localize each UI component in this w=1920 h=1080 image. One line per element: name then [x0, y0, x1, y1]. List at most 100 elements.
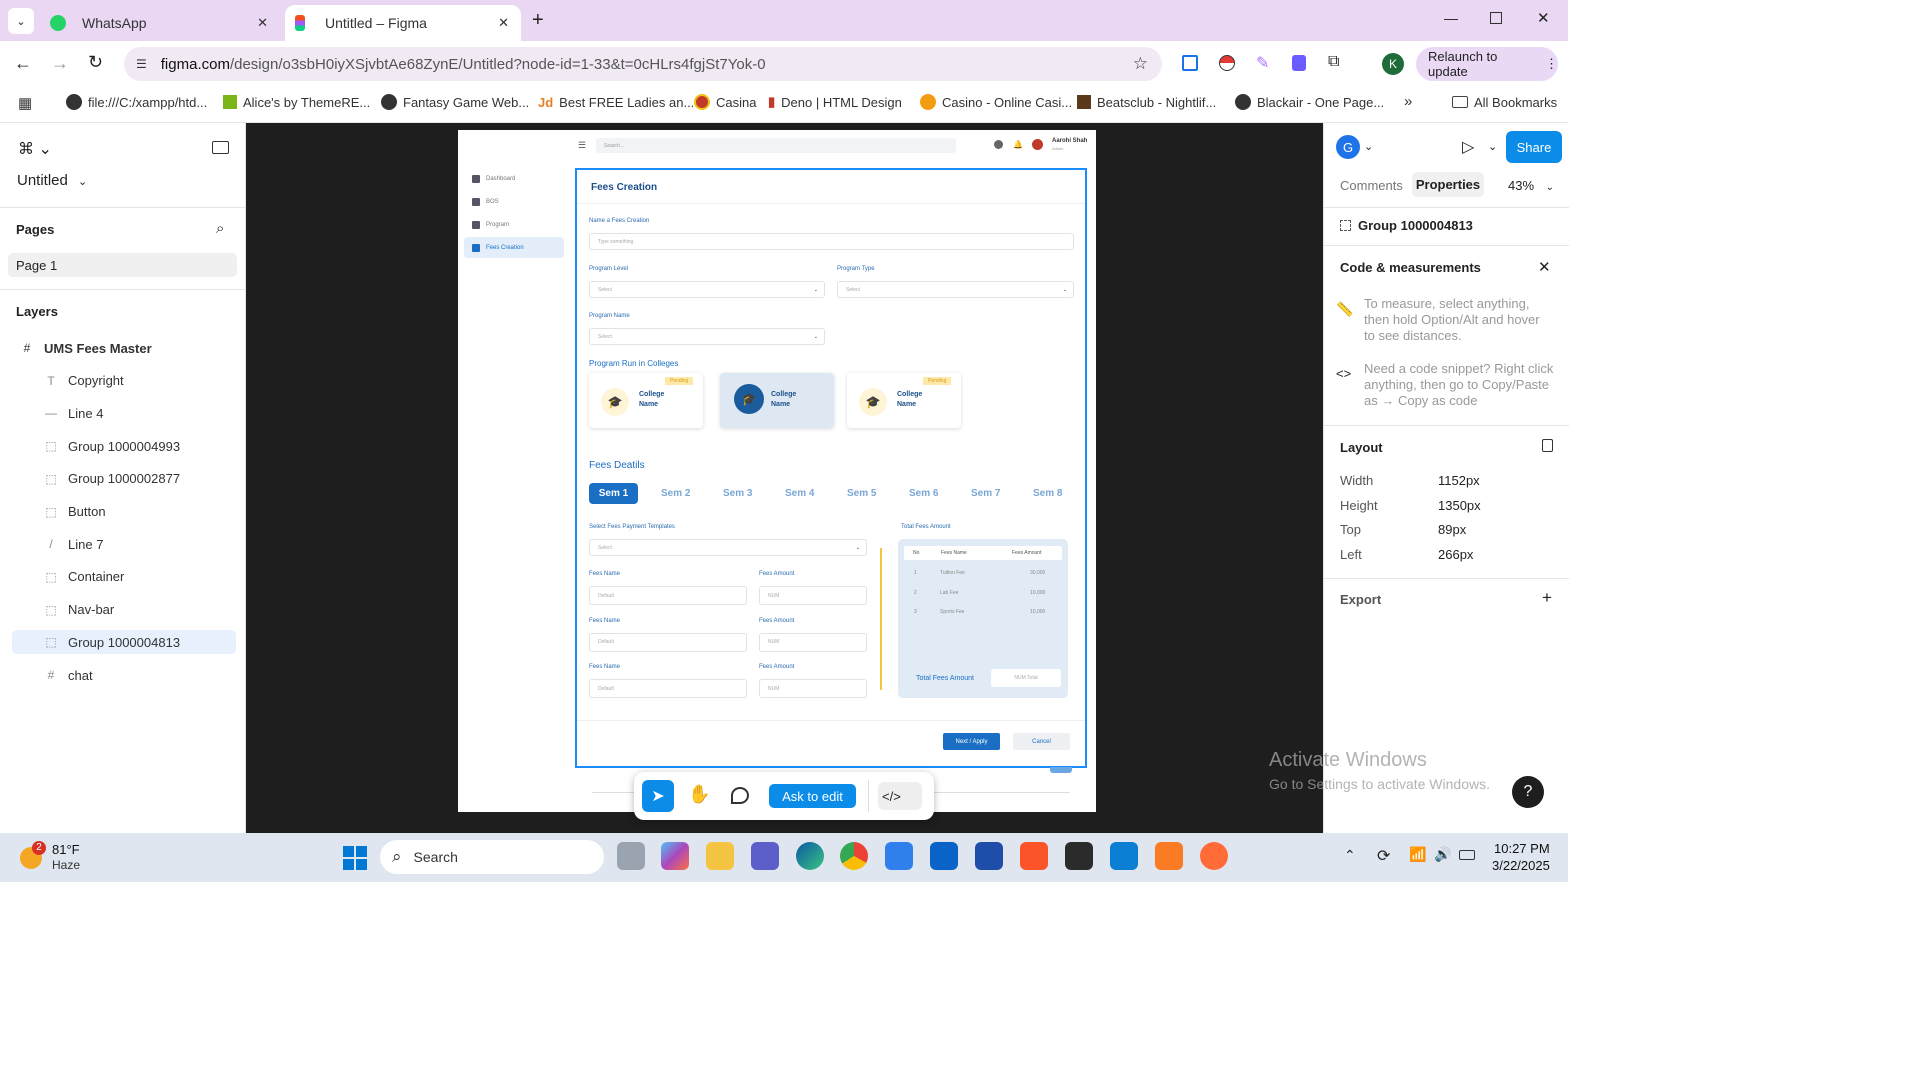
layer-item[interactable]: # UMS Fees Master [12, 336, 236, 360]
pen-extension-icon[interactable]: ✎ [1256, 53, 1269, 73]
postman-icon[interactable] [1200, 842, 1228, 870]
vscode-icon[interactable] [1110, 842, 1138, 870]
college-card[interactable]: Pending 🎓 College Name [589, 373, 703, 428]
ask-to-edit-button[interactable]: Ask to edit [769, 784, 856, 808]
fee-amount-input[interactable]: NUM [759, 632, 867, 652]
outlook-icon[interactable] [930, 842, 958, 870]
layer-item[interactable]: ⬚ Button [12, 500, 236, 524]
template-select[interactable]: Select ⌄ [589, 539, 867, 556]
layer-item[interactable]: # chat [12, 663, 236, 687]
layer-item[interactable]: T Copyright [12, 369, 236, 393]
tab-figma[interactable]: Untitled – Figma ✕ [285, 5, 521, 41]
close-window-icon[interactable]: ✕ [1537, 9, 1550, 27]
layer-item[interactable]: / Line 7 [12, 532, 236, 556]
fee-name-input[interactable]: Default [589, 679, 747, 698]
close-icon[interactable]: ✕ [1538, 258, 1551, 276]
sem-tab[interactable]: Sem 2 [661, 488, 690, 499]
chevron-down-icon[interactable]: ⌄ [1364, 140, 1373, 153]
brave-icon[interactable] [1020, 842, 1048, 870]
store-icon[interactable] [885, 842, 913, 870]
layer-item[interactable]: — Line 4 [12, 401, 236, 425]
new-tab-icon[interactable]: + [532, 9, 544, 32]
program-name-select[interactable]: Select ⌄ [589, 328, 825, 345]
zoom-level[interactable]: 43% ⌄ [1508, 178, 1554, 193]
bookmark-item[interactable]: Casino - Online Casi... [920, 87, 1072, 117]
fee-amount-input[interactable]: NUM [759, 679, 867, 698]
close-tab-icon[interactable]: ✕ [498, 15, 509, 31]
bookmark-star-icon[interactable]: ☆ [1133, 54, 1148, 74]
layer-item[interactable]: ⬚ Group 1000004993 [12, 434, 236, 458]
file-name[interactable]: Untitled ⌄ [17, 172, 87, 189]
cancel-button[interactable]: Cancel [1013, 733, 1070, 750]
design-search-input[interactable]: Search... [596, 138, 956, 153]
bookmark-item[interactable]: Casina [694, 87, 756, 117]
move-tool-icon[interactable]: ➤ [642, 780, 674, 812]
xampp-icon[interactable] [1155, 842, 1183, 870]
site-info-icon[interactable]: ☰ [136, 57, 147, 71]
toggle-sidebar-icon[interactable] [212, 141, 229, 154]
pokeball-extension-icon[interactable] [1219, 55, 1235, 71]
battery-icon[interactable] [1459, 850, 1475, 860]
close-tab-icon[interactable]: ✕ [257, 15, 268, 31]
next-apply-button[interactable]: Next / Apply [943, 733, 1000, 750]
tab-comments[interactable]: Comments [1340, 178, 1403, 193]
fee-amount-input[interactable]: NUM [759, 586, 867, 605]
hand-tool-icon[interactable]: ✋ [688, 784, 710, 805]
copy-icon[interactable] [1542, 439, 1553, 452]
comment-tool-icon[interactable] [731, 787, 749, 804]
total-input[interactable]: NUM Total [991, 669, 1061, 687]
layer-item[interactable]: ⬚ Group 1000004813 [12, 630, 236, 655]
taskbar-search[interactable]: ⌕ Search [380, 840, 604, 874]
page-item[interactable]: Page 1 [8, 253, 237, 277]
help-button[interactable]: ? [1512, 776, 1544, 808]
profile-avatar[interactable]: K [1382, 53, 1404, 75]
tab-whatsapp[interactable]: WhatsApp ✕ [40, 5, 280, 41]
program-type-select[interactable]: Select ⌄ [837, 281, 1074, 298]
task-view-icon[interactable] [617, 842, 645, 870]
file-explorer-icon[interactable] [706, 842, 734, 870]
hamburger-icon[interactable]: ☰ [578, 140, 586, 151]
sem-tab[interactable]: Sem 4 [785, 488, 814, 499]
design-frame[interactable]: Dashboard BOS Program Fees Creation ☰ Se… [458, 130, 1096, 812]
user-avatar[interactable]: G [1336, 135, 1360, 159]
layer-item[interactable]: ⬚ Container [12, 565, 236, 589]
bookmark-item[interactable]: Beatsclub - Nightlif... [1077, 87, 1216, 117]
maximize-icon[interactable] [1490, 12, 1502, 24]
search-pages-icon[interactable]: ⌕ [216, 220, 224, 237]
copilot-icon[interactable] [661, 842, 689, 870]
figma-menu-icon[interactable]: ⌘ ⌄ [18, 139, 52, 159]
forward-icon[interactable]: → [51, 53, 69, 74]
extensions-icon[interactable]: ⧉ [1328, 53, 1339, 71]
tab-list-chevron-icon[interactable]: ⌄ [8, 8, 34, 34]
sem-tab-active[interactable]: Sem 1 [589, 483, 638, 504]
fees-name-input[interactable]: Type something [589, 233, 1074, 250]
bookmark-item[interactable]: Jd Best FREE Ladies an... [538, 87, 694, 117]
sem-tab[interactable]: Sem 8 [1033, 488, 1062, 499]
help-icon[interactable] [994, 140, 1003, 149]
bookmark-item[interactable]: ▮ Deno | HTML Design [768, 87, 902, 117]
back-icon[interactable]: ← [14, 53, 32, 74]
tab-properties[interactable]: Properties [1412, 172, 1484, 197]
bookmark-item[interactable]: Blackair - One Page... [1235, 87, 1384, 117]
clock-date[interactable]: 3/22/2025 [1492, 858, 1550, 873]
share-button[interactable]: Share [1506, 131, 1562, 163]
fee-name-input[interactable]: Default [589, 632, 747, 652]
more-bookmarks-icon[interactable]: » [1404, 93, 1412, 110]
terminal-icon[interactable] [1065, 842, 1093, 870]
relaunch-button[interactable]: Relaunch to update ⋮ [1416, 47, 1558, 81]
chevron-down-icon[interactable]: ⌄ [1488, 140, 1497, 153]
screenshot-extension-icon[interactable] [1182, 55, 1198, 71]
chrome-icon[interactable] [840, 842, 868, 870]
sem-tab[interactable]: Sem 3 [723, 488, 752, 499]
sem-tab[interactable]: Sem 5 [847, 488, 876, 499]
apps-grid-icon[interactable]: ▦ [18, 94, 32, 112]
college-card[interactable]: Pending 🎓 College Name [847, 373, 961, 428]
url-bar[interactable]: ☰ figma.com/design/o3sbH0iyXSjvbtAe68Zyn… [124, 47, 1162, 81]
sidebar-item-program[interactable]: Program [464, 214, 564, 235]
layer-item[interactable]: ⬚ Nav-bar [12, 598, 236, 622]
all-bookmarks[interactable]: All Bookmarks [1452, 87, 1557, 117]
sync-icon[interactable]: ⟳ [1377, 846, 1390, 866]
bookmark-item[interactable]: file:///C:/xampp/htd... [66, 87, 207, 117]
sem-tab[interactable]: Sem 6 [909, 488, 938, 499]
minimize-icon[interactable]: — [1444, 10, 1458, 26]
